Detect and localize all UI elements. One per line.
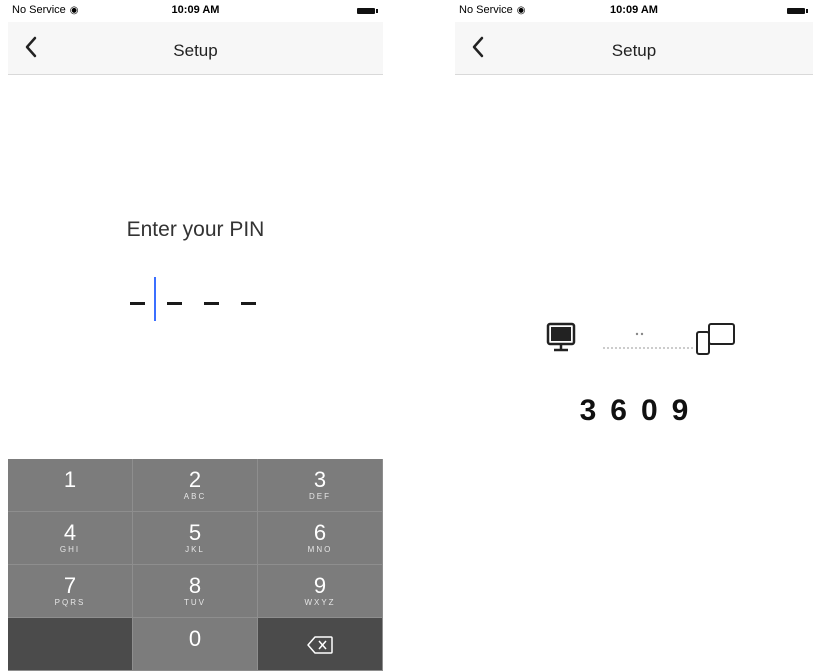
- pin-digit-slot: [202, 289, 221, 319]
- key-digit: 0: [188, 626, 202, 651]
- pin-entry-screen: No Service ◉ 10:09 AM Setup Enter your PI…: [8, 0, 383, 671]
- pin-prompt: Enter your PIN: [126, 218, 265, 241]
- key-4[interactable]: 4 GHI: [8, 512, 133, 565]
- key-8[interactable]: 8 TUV: [133, 565, 258, 618]
- status-bar: No Service ◉ 10:09 AM: [455, 0, 813, 22]
- pin-digit-slot: [239, 289, 258, 319]
- key-digit: 7: [63, 573, 77, 598]
- key-letters: ABC: [183, 492, 207, 501]
- pin-dash: [167, 302, 182, 305]
- pin-digit-slot: [128, 289, 147, 319]
- key-digit: 3: [313, 467, 327, 492]
- key-digit: 2: [188, 467, 202, 492]
- nav-bar: Setup: [455, 22, 813, 75]
- key-letters: MNO: [307, 545, 333, 554]
- battery-icon: [357, 8, 378, 14]
- delete-key[interactable]: [258, 618, 383, 671]
- key-letters: GHI: [59, 545, 81, 554]
- key-6[interactable]: 6 MNO: [258, 512, 383, 565]
- key-5[interactable]: 5 JKL: [133, 512, 258, 565]
- battery-icon: [787, 8, 808, 14]
- key-digit: 6: [313, 520, 327, 545]
- code-display-screen: No Service ◉ 10:09 AM Setup 3609: [455, 0, 813, 671]
- key-1[interactable]: 1: [8, 459, 133, 512]
- key-letters: JKL: [185, 545, 205, 554]
- pin-dash: [204, 302, 219, 305]
- pairing-code: 3609: [579, 394, 703, 427]
- key-digit: 4: [63, 520, 77, 545]
- key-blank: [8, 618, 133, 671]
- key-letters: WXYZ: [304, 598, 336, 607]
- key-7[interactable]: 7 PQRS: [8, 565, 133, 618]
- key-3[interactable]: 3 DEF: [258, 459, 383, 512]
- key-digit: 5: [188, 520, 202, 545]
- status-time: 10:09 AM: [171, 4, 220, 16]
- pin-dash: [241, 302, 256, 305]
- key-letters: DEF: [309, 492, 331, 501]
- key-digit: 8: [188, 573, 202, 598]
- device-connection-graphic: [546, 322, 735, 355]
- key-0[interactable]: 0: [133, 618, 258, 671]
- pin-input[interactable]: [128, 289, 258, 319]
- backspace-icon: [258, 618, 382, 671]
- connection-dots-icon: [603, 332, 693, 349]
- key-digit: 1: [63, 467, 77, 492]
- nav-bar: Setup: [8, 22, 383, 75]
- key-9[interactable]: 9 WXYZ: [258, 565, 383, 618]
- numeric-keypad: 1 2 ABC 3 DEF 4 GHI 5 JKL 6 MNO 7 PQRS 8 TUV 9W…: [8, 459, 383, 671]
- page-title: Setup: [173, 41, 218, 60]
- tablet-phone-icon: [696, 323, 735, 355]
- key-letters: TUV: [184, 598, 206, 607]
- key-2[interactable]: 2 ABC: [133, 459, 258, 512]
- tv-icon: [546, 322, 576, 352]
- pin-digit-slot: [165, 289, 184, 319]
- pin-dash: [130, 302, 145, 305]
- page-title: Setup: [611, 41, 657, 60]
- key-letters: PQRS: [54, 598, 86, 607]
- key-digit: 9: [313, 573, 327, 598]
- status-time: 10:09 AM: [610, 4, 658, 16]
- status-bar: No Service ◉ 10:09 AM: [8, 0, 383, 22]
